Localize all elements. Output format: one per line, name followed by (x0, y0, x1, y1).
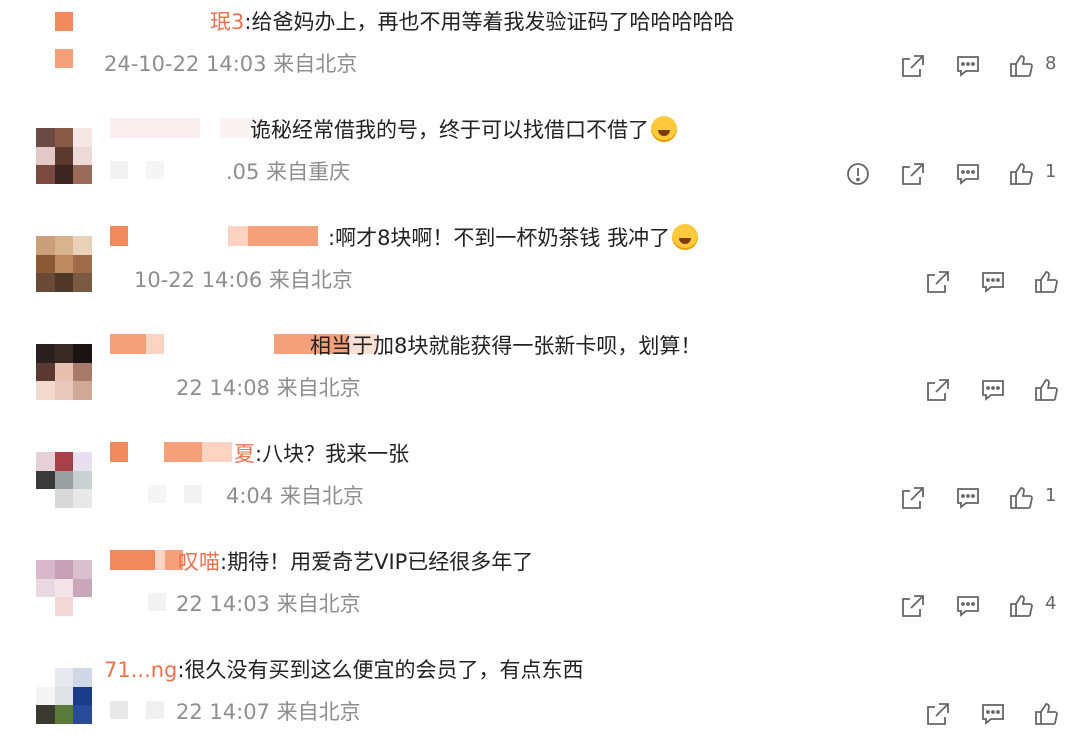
comment-body: 诡秘经常借我的号，终于可以找借口不借了 (250, 118, 649, 142)
tongue-emoji (672, 224, 699, 250)
comment-body: :很久没有买到这么便宜的会员了，有点东西 (177, 658, 584, 682)
comment-item: :啊才8块啊！不到一杯奶茶钱 我冲了 10-22 14:06 来自北京 (0, 216, 1080, 324)
comment-item: 珉3:给爸妈办上，再也不用等着我发验证码了哈哈哈哈哈 24-10-22 14:0… (0, 0, 1080, 108)
timestamp-location: 22 14:08 来自北京 (176, 376, 361, 400)
thumbs-up-icon[interactable] (1008, 53, 1034, 79)
username-mosaic (110, 226, 318, 246)
thumbs-up-icon[interactable] (1033, 377, 1059, 403)
laugh-cry-emoji (651, 116, 677, 142)
comment-item: 诡秘经常借我的号，终于可以找借口不借了 .05 来自重庆 1 (0, 108, 1080, 216)
username[interactable]: 珉3 (210, 10, 244, 34)
username-mosaic (110, 118, 260, 138)
timestamp-location: 10-22 14:06 来自北京 (134, 268, 353, 292)
like-count: 1 (1045, 485, 1057, 506)
timestamp-location: 22 14:03 来自北京 (176, 592, 361, 616)
username[interactable]: 71...ng (104, 658, 177, 682)
share-icon[interactable] (925, 701, 951, 727)
username-mosaic (110, 550, 183, 570)
meta-mosaic (148, 593, 166, 611)
share-icon[interactable] (900, 161, 926, 187)
share-icon[interactable] (925, 377, 951, 403)
avatar[interactable] (36, 452, 92, 508)
like-count: 1 (1045, 161, 1057, 182)
meta-mosaic (110, 701, 164, 719)
comment-icon[interactable] (955, 485, 981, 511)
comment-icon[interactable] (980, 377, 1006, 403)
comment-text: 夏:八块？我来一张 (234, 440, 409, 468)
share-icon[interactable] (900, 53, 926, 79)
comment-body: :给爸妈办上，再也不用等着我发验证码了哈哈哈哈哈 (244, 10, 735, 34)
share-icon[interactable] (900, 593, 926, 619)
comment-body: :八块？我来一张 (255, 442, 410, 466)
thumbs-up-icon[interactable] (1008, 485, 1034, 511)
comment-body: :啊才8块啊！不到一杯奶茶钱 我冲了 (328, 226, 671, 250)
meta-mosaic (148, 485, 202, 503)
comment-item: 相当于加8块就能获得一张新卡呗，划算！ 22 14:08 来自北京 (0, 324, 1080, 432)
share-icon[interactable] (925, 269, 951, 295)
comment-text: 诡秘经常借我的号，终于可以找借口不借了 (250, 116, 677, 144)
comment-text: :啊才8块啊！不到一杯奶茶钱 我冲了 (328, 224, 699, 252)
comment-body: :期待！用爱奇艺VIP已经很多年了 (220, 550, 534, 574)
username-mosaic (110, 442, 232, 462)
comment-icon[interactable] (955, 53, 981, 79)
comment-icon[interactable] (980, 701, 1006, 727)
avatar[interactable] (36, 128, 92, 184)
comment-item: 夏:八块？我来一张 4:04 来自北京 1 (0, 432, 1080, 540)
comment-icon[interactable] (955, 161, 981, 187)
like-count: 4 (1045, 593, 1057, 614)
thumbs-up-icon[interactable] (1008, 593, 1034, 619)
comment-item: 71...ng:很久没有买到这么便宜的会员了，有点东西 22 14:07 来自北… (0, 648, 1080, 756)
username[interactable]: 夏 (234, 442, 255, 466)
report-icon[interactable] (845, 161, 871, 187)
thumbs-up-icon[interactable] (1033, 269, 1059, 295)
thumbs-up-icon[interactable] (1008, 161, 1034, 187)
avatar[interactable] (36, 560, 92, 616)
username[interactable]: 叹喵 (178, 550, 220, 574)
meta-mosaic (110, 161, 164, 179)
comment-text: 71...ng:很久没有买到这么便宜的会员了，有点东西 (104, 656, 583, 684)
comment-icon[interactable] (980, 269, 1006, 295)
avatar[interactable] (36, 12, 92, 68)
thumbs-up-icon[interactable] (1033, 701, 1059, 727)
timestamp-location: 24-10-22 14:03 来自北京 (104, 52, 358, 76)
avatar[interactable] (36, 344, 92, 400)
comment-text: 叹喵:期待！用爱奇艺VIP已经很多年了 (178, 548, 533, 576)
avatar[interactable] (36, 668, 92, 724)
comment-body: 相当于加8块就能获得一张新卡呗，划算！ (310, 334, 702, 358)
timestamp-location: .05 来自重庆 (226, 160, 351, 184)
avatar[interactable] (36, 236, 92, 292)
timestamp-location: 4:04 来自北京 (226, 484, 364, 508)
comment-item: 叹喵:期待！用爱奇艺VIP已经很多年了 22 14:03 来自北京 4 (0, 540, 1080, 648)
comment-text: 相当于加8块就能获得一张新卡呗，划算！ (310, 332, 701, 360)
timestamp-location: 22 14:07 来自北京 (176, 700, 361, 724)
like-count: 8 (1045, 53, 1057, 74)
comment-text: 珉3:给爸妈办上，再也不用等着我发验证码了哈哈哈哈哈 (210, 8, 734, 36)
comment-icon[interactable] (955, 593, 981, 619)
share-icon[interactable] (900, 485, 926, 511)
